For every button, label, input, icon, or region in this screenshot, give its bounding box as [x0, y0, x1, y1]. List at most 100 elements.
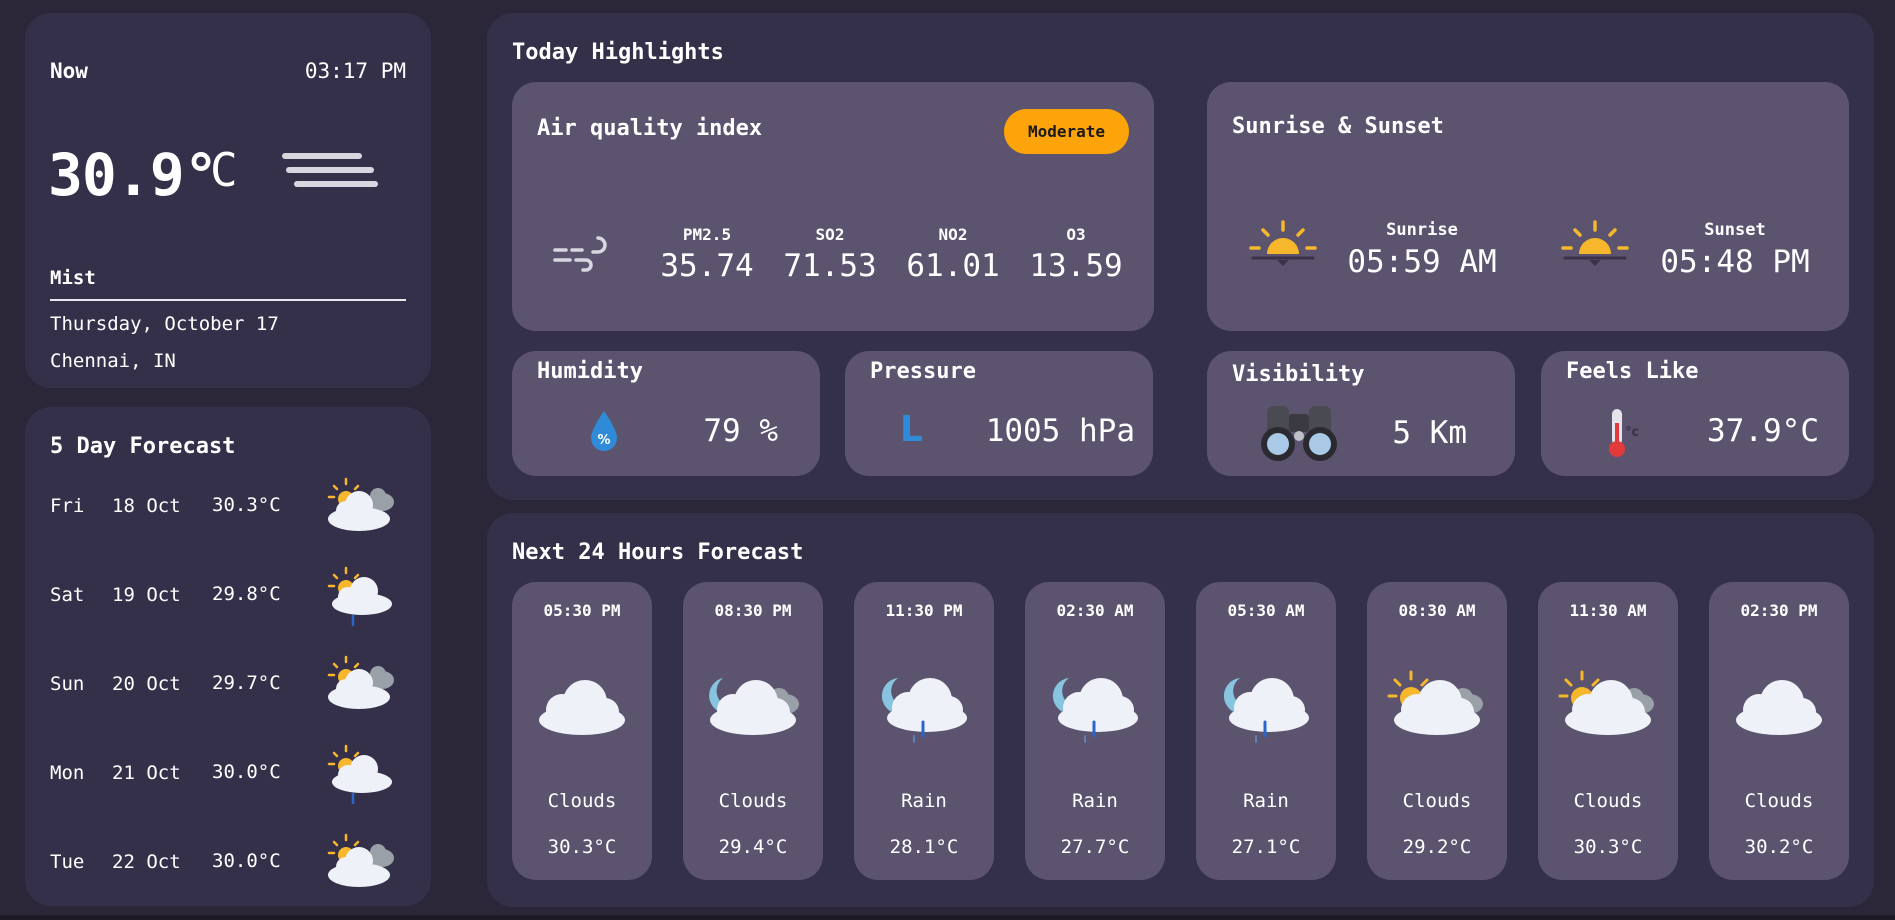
current-weather-card: Now 03:17 PM 30.9° C Mist Thursday, Octo…: [25, 13, 431, 388]
cloud-icon: [1729, 670, 1829, 738]
humidity-drop-icon: %: [587, 409, 621, 453]
forecast-row: Sat 19 Oct 29.8°C: [50, 566, 410, 626]
hourly-condition: Rain: [1243, 790, 1289, 812]
partly-cloudy-icon: [1558, 670, 1658, 738]
cloud-icon: [532, 670, 632, 738]
feels-like-card: Feels Like °c 37.9°C: [1541, 351, 1849, 476]
hourly-card: 05:30 PM Clouds 30.3°C: [512, 582, 652, 880]
forecast-day: Mon: [50, 762, 85, 784]
moon-rain-icon: [1045, 670, 1145, 744]
hourly-temp: 30.2°C: [1744, 836, 1814, 858]
humidity-value: 79 %: [703, 413, 778, 449]
hourly-card: 02:30 PM Clouds 30.2°C: [1709, 582, 1849, 880]
forecast-row: Mon 21 Oct 30.0°C: [50, 744, 410, 804]
moon-rain-icon: [1216, 670, 1316, 744]
aqi-value: 61.01: [906, 248, 1000, 284]
aqi-no2: NO2 61.01: [894, 225, 1012, 284]
forecast-title: 5 Day Forecast: [50, 434, 236, 459]
partly-cloudy-icon: [326, 655, 402, 711]
hourly-time: 02:30 AM: [1056, 601, 1134, 620]
hourly-time: 05:30 PM: [543, 601, 621, 620]
today-highlights-section: Today Highlights Air quality index Moder…: [487, 13, 1874, 500]
divider: [50, 299, 406, 301]
forecast-temp: 30.0°C: [212, 850, 281, 872]
forecast-date: 19 Oct: [112, 584, 181, 606]
sunset-block: Sunset 05:48 PM: [1650, 220, 1820, 280]
hourly-card: 02:30 AM Rain 27.7°C: [1025, 582, 1165, 880]
aqi-label: NO2: [938, 225, 968, 244]
hourly-card: 05:30 AM Rain 27.1°C: [1196, 582, 1336, 880]
pressure-icon: L: [900, 409, 923, 450]
hourly-forecast-section: Next 24 Hours Forecast 05:30 PM Clouds 3…: [487, 513, 1874, 907]
air-quality-card: Air quality index Moderate PM2.5 35.74 S…: [512, 82, 1154, 331]
aqi-title: Air quality index: [537, 116, 763, 141]
celsius-glyph: °c: [1625, 425, 1640, 440]
hourly-card: 08:30 AM Clouds 29.2°C: [1367, 582, 1507, 880]
sunrise-block: Sunrise 05:59 AM: [1337, 220, 1507, 280]
forecast-row: Sun 20 Oct 29.7°C: [50, 655, 410, 715]
forecast-row: Fri 18 Oct 30.3°C: [50, 477, 410, 537]
humidity-card: Humidity % 79 %: [512, 351, 820, 476]
forecast-row: Tue 22 Oct 30.0°C: [50, 833, 410, 893]
pressure-card: Pressure L 1005 hPa: [845, 351, 1153, 476]
svg-text:%: %: [597, 433, 610, 448]
visibility-card: Visibility 5 Km: [1207, 351, 1515, 476]
aqi-o3: O3 13.59: [1017, 225, 1135, 284]
forecast-temp: 29.8°C: [212, 583, 281, 605]
moon-rain-icon: [874, 670, 974, 744]
hourly-condition: Clouds: [1573, 790, 1643, 812]
temperature-unit: C: [210, 143, 238, 197]
hourly-time: 08:30 AM: [1398, 601, 1476, 620]
aqi-label: PM2.5: [682, 225, 732, 244]
hourly-title: Next 24 Hours Forecast: [512, 540, 804, 565]
hourly-time: 02:30 PM: [1740, 601, 1818, 620]
moon-clouds-icon: [703, 670, 803, 738]
feels-like-title: Feels Like: [1566, 359, 1699, 384]
aqi-value: 71.53: [783, 248, 877, 284]
aqi-label: O3: [1066, 225, 1086, 244]
current-temperature: 30.9°: [48, 141, 219, 209]
weather-condition: Mist: [50, 267, 96, 289]
forecast-day: Sun: [50, 673, 85, 695]
five-day-forecast-card: 5 Day Forecast Fri 18 Oct 30.3°C Sat 19 …: [25, 407, 431, 906]
now-label: Now: [50, 59, 88, 83]
hourly-card: 11:30 AM Clouds 30.3°C: [1538, 582, 1678, 880]
sunset-icon: [1557, 220, 1633, 270]
forecast-date: 22 Oct: [112, 851, 181, 873]
partly-cloudy-icon: [326, 833, 402, 889]
humidity-title: Humidity: [537, 359, 643, 384]
highlights-title: Today Highlights: [512, 40, 724, 65]
sun-rain-icon: [326, 744, 402, 804]
hourly-time: 08:30 PM: [714, 601, 792, 620]
aqi-label: SO2: [815, 225, 845, 244]
sunset-time: 05:48 PM: [1660, 244, 1810, 280]
aqi-pm25: PM2.5 35.74: [648, 225, 766, 284]
sun-rain-icon: [326, 566, 402, 626]
sunrise-sunset-card: Sunrise & Sunset Sunrise 05:59 AM Sunset…: [1207, 82, 1849, 331]
hourly-condition: Rain: [901, 790, 947, 812]
hourly-time: 11:30 PM: [885, 601, 963, 620]
current-date: Thursday, October 17: [50, 313, 279, 335]
current-time: 03:17 PM: [304, 59, 406, 83]
hourly-time: 05:30 AM: [1227, 601, 1305, 620]
pressure-title: Pressure: [870, 359, 976, 384]
pressure-value: 1005 hPa: [985, 413, 1135, 449]
hourly-card: 08:30 PM Clouds 29.4°C: [683, 582, 823, 880]
forecast-date: 21 Oct: [112, 762, 181, 784]
sunrise-label: Sunrise: [1386, 220, 1458, 240]
hourly-temp: 30.3°C: [547, 836, 617, 858]
forecast-day: Sat: [50, 584, 85, 606]
sunset-label: Sunset: [1704, 220, 1766, 240]
forecast-date: 20 Oct: [112, 673, 181, 695]
forecast-temp: 29.7°C: [212, 672, 281, 694]
forecast-temp: 30.0°C: [212, 761, 281, 783]
hourly-condition: Clouds: [1402, 790, 1472, 812]
hourly-condition: Clouds: [718, 790, 788, 812]
hourly-condition: Clouds: [1744, 790, 1814, 812]
forecast-temp: 30.3°C: [212, 494, 281, 516]
current-location: Chennai, IN: [50, 350, 176, 372]
hourly-temp: 30.3°C: [1573, 836, 1643, 858]
hourly-condition: Clouds: [547, 790, 617, 812]
hourly-card: 11:30 PM Rain 28.1°C: [854, 582, 994, 880]
mist-icon: [275, 138, 385, 198]
